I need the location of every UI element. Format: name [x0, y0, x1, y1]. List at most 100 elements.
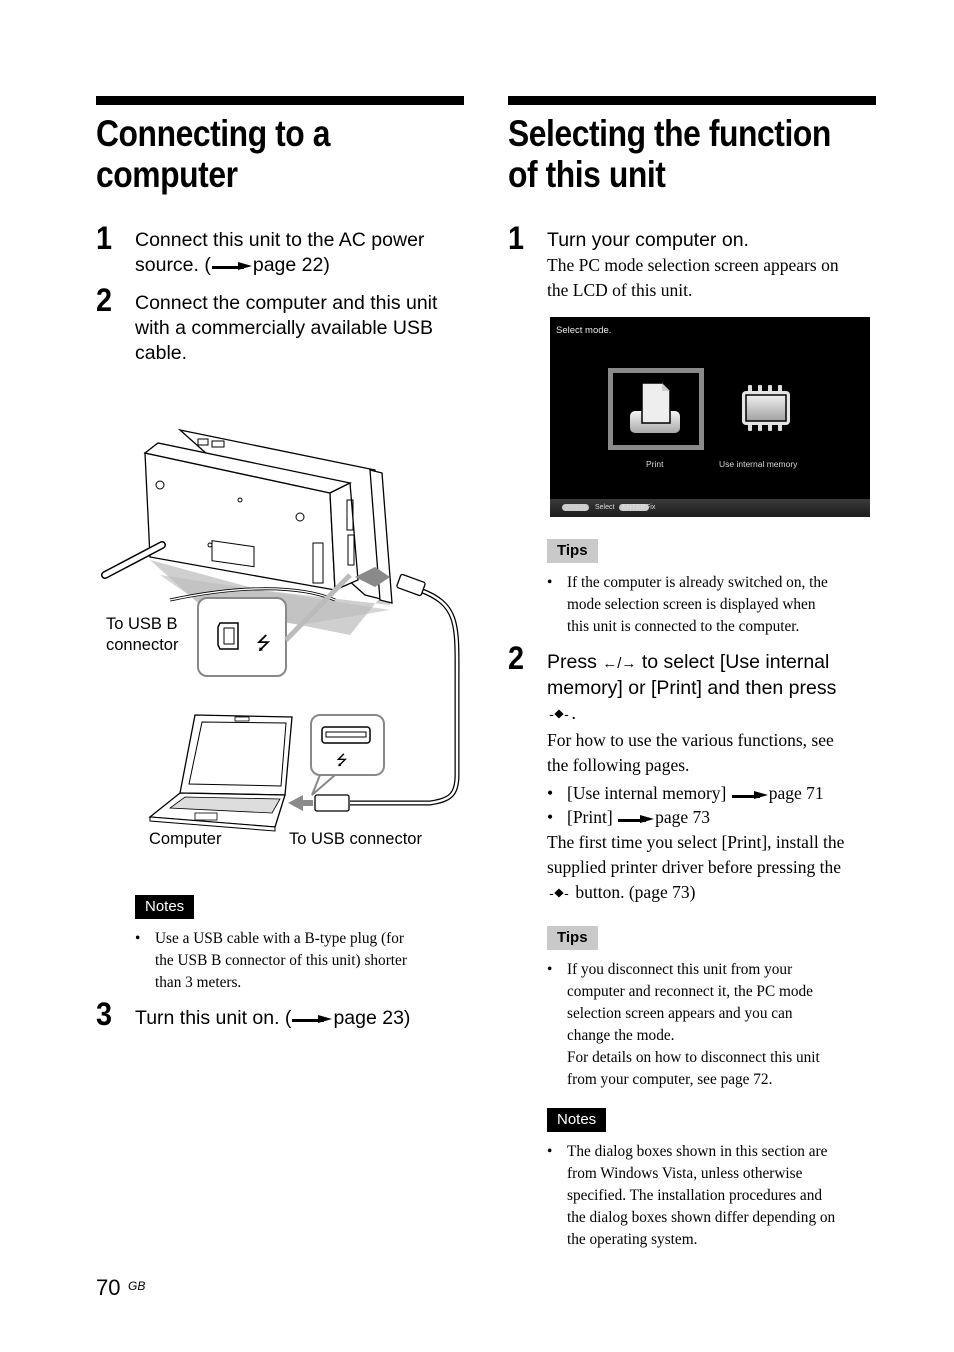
step-number: 2: [508, 640, 525, 676]
step-heading-line: -⯁-.: [547, 701, 877, 728]
page-link[interactable]: page 23): [333, 1007, 410, 1029]
step-text: Press ←/→ to select [Use internal memory…: [547, 650, 877, 907]
label-usb-connector: To USB connector: [289, 830, 422, 848]
page-reference-arrow-icon: [292, 1014, 332, 1024]
step-heading-line: memory] or [Print] and then press: [547, 677, 837, 699]
tips-badge: Tips: [547, 926, 598, 950]
arrow-keys-icon: ←→↑↓: [562, 504, 589, 511]
step-line: source. ( page 22): [135, 253, 465, 278]
step-body: -⯁- button. (page 73): [547, 880, 877, 907]
lcd-footer-bar: ←→↑↓ Select ENTER Fix: [550, 499, 870, 517]
right-column: Selecting the function of this unit: [508, 96, 876, 195]
page-link-item: • [Print] page 73: [547, 807, 710, 827]
lcd-mode-selection-screen: Select mode. Print Use internal memory ←…: [550, 317, 870, 517]
label-computer: Computer: [149, 830, 222, 848]
page-reference-arrow-icon: [731, 790, 768, 800]
page-reference-arrow-icon: [618, 814, 654, 824]
region-code: GB: [128, 1279, 146, 1293]
print-icon[interactable]: [628, 381, 684, 437]
step-text: Connect the computer and this unit with …: [135, 291, 465, 366]
option-label-print[interactable]: Print: [646, 459, 663, 469]
notes-list: The dialog boxes shown in this section a…: [547, 1141, 877, 1251]
page-reference-arrow-icon: [211, 261, 252, 271]
note-line: specified. The installation procedures a…: [567, 1187, 823, 1204]
step-text: Connect this unit to the AC power source…: [135, 228, 465, 278]
text: source. (: [135, 254, 211, 276]
link-label: [Print]: [567, 807, 613, 827]
step-text: Turn your computer on. The PC mode selec…: [547, 228, 877, 303]
tips-list: If you disconnect this unit from your co…: [547, 959, 877, 1091]
enter-key-icon: ENTER: [619, 504, 649, 511]
text: to select [Use internal: [636, 651, 830, 673]
title-line: Connecting to a: [96, 113, 330, 154]
tip-line: this unit is connected to the computer.: [567, 618, 800, 635]
step-number: 2: [96, 282, 113, 318]
note-line: the dialog boxes shown differ depending …: [567, 1209, 836, 1226]
page-link[interactable]: page 71: [769, 783, 824, 803]
usb-symbol-icon: ⭍: [336, 753, 348, 769]
step-text: Turn this unit on. ( page 23): [135, 1006, 465, 1031]
step-body: the following pages.: [547, 755, 690, 775]
step-line: Connect this unit to the AC power: [135, 229, 425, 251]
section-rule: [96, 96, 464, 105]
left-column: Connecting to a computer: [96, 96, 464, 195]
label-line: connector: [106, 636, 179, 654]
insert-arrow-icon: [288, 795, 313, 811]
section-title-selecting: Selecting the function of this unit: [508, 113, 878, 195]
tip-item: If you disconnect this unit from your co…: [547, 959, 877, 1091]
step-line: cable.: [135, 342, 188, 364]
step-line: with a commercially available USB: [135, 317, 434, 339]
memory-chip-icon[interactable]: [740, 385, 792, 431]
tips-list: If the computer is already switched on, …: [547, 572, 877, 638]
tip-line: computer and reconnect it, the PC mode: [567, 983, 813, 1000]
tip-line: If the computer is already switched on, …: [567, 574, 828, 591]
left-notes-list: Use a USB cable with a B-type plug (for …: [135, 928, 455, 994]
step-body: The PC mode selection screen appears on: [547, 255, 839, 275]
enter-button-icon: -⯁-: [549, 708, 569, 723]
title-line: Selecting the function: [508, 113, 831, 154]
note-line: from Windows Vista, unless otherwise: [567, 1165, 803, 1182]
label-line: To USB B: [106, 615, 178, 633]
usb-a-callout: ⭍: [310, 714, 385, 796]
note-item: The dialog boxes shown in this section a…: [547, 1141, 877, 1251]
step-heading: Turn your computer on.: [547, 229, 749, 251]
tip-line: from your computer, see page 72.: [567, 1071, 773, 1088]
link-label: [Use internal memory]: [567, 783, 727, 803]
tip-line: change the mode.: [567, 1027, 675, 1044]
text: .: [571, 702, 577, 724]
step-body: supplied printer driver before pressing …: [547, 857, 842, 877]
usb-symbol-icon: ⭍: [256, 633, 271, 654]
step-body: the LCD of this unit.: [547, 280, 693, 300]
option-label-internal-memory[interactable]: Use internal memory: [719, 459, 797, 469]
tips-badge: Tips: [547, 539, 598, 563]
section-rule: [508, 96, 876, 105]
tip-item: If the computer is already switched on, …: [547, 572, 877, 638]
page-link[interactable]: page 22): [253, 254, 330, 276]
footer-fix-label: Fix: [646, 504, 656, 511]
tip-line: If you disconnect this unit from your: [567, 961, 793, 978]
step-body: For how to use the various functions, se…: [547, 730, 834, 750]
note-line: The dialog boxes shown in this section a…: [567, 1143, 828, 1160]
text: button. (page 73): [571, 882, 696, 902]
note-item: Use a USB cable with a B-type plug (for …: [135, 928, 455, 994]
label-usb-b-connector: To USB B connector: [106, 614, 178, 656]
title-line: computer: [96, 154, 238, 195]
step-body: The first time you select [Print], insta…: [547, 832, 845, 852]
page-link-item: • [Use internal memory] page 71: [547, 783, 824, 803]
note-line: the operating system.: [567, 1231, 698, 1248]
note-line: the USB B connector of this unit) shorte…: [155, 952, 407, 969]
step-number: 1: [508, 220, 525, 256]
usb-b-plug: [396, 573, 426, 597]
page-number: 70: [96, 1275, 121, 1300]
step-heading-line: Press ←/→ to select [Use internal: [547, 650, 877, 676]
usb-a-plug: [314, 794, 350, 812]
text: Turn this unit on. (: [135, 1007, 292, 1029]
lcd-title: Select mode.: [556, 325, 612, 336]
tip-line: selection screen appears and you can: [567, 1005, 793, 1022]
tip-line: For details on how to disconnect this un…: [567, 1049, 820, 1066]
title-line: of this unit: [508, 154, 666, 195]
laptop-computer: [148, 714, 293, 832]
notes-badge: Notes: [135, 895, 195, 919]
page-link[interactable]: page 73: [655, 807, 710, 827]
text: Press: [547, 651, 603, 673]
